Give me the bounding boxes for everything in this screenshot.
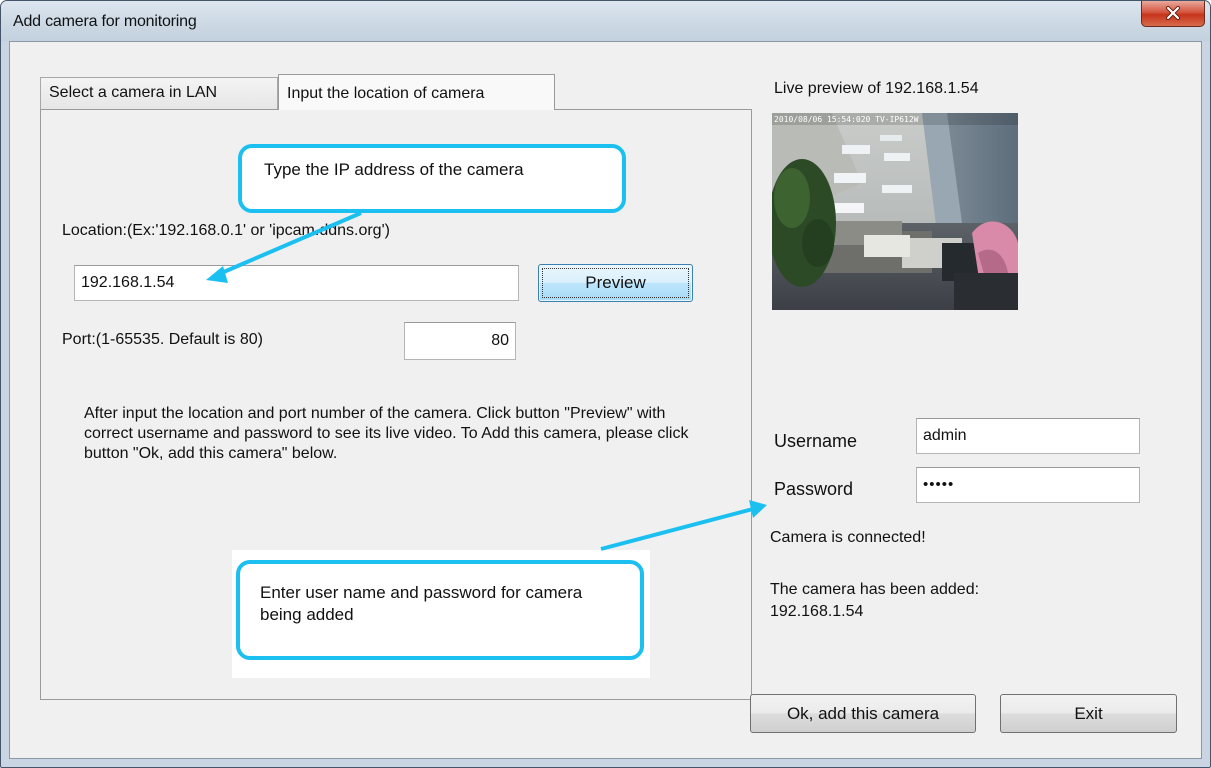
added-status-line1: The camera has been added: xyxy=(770,581,980,598)
port-label: Port:(1-65535. Default is 80) xyxy=(62,331,263,348)
password-input[interactable]: ••••• xyxy=(916,467,1140,503)
location-label: Location:(Ex:'192.168.0.1' or 'ipcam.ddn… xyxy=(62,222,390,239)
credentials-hint-callout: Enter user name and password for camera … xyxy=(236,560,644,660)
dialog-window: Add camera for monitoring Select a camer… xyxy=(0,0,1211,768)
instructions-text: After input the location and port number… xyxy=(84,405,689,462)
exit-button[interactable]: Exit xyxy=(1000,694,1177,733)
ok-add-camera-button[interactable]: Ok, add this camera xyxy=(750,694,976,733)
close-button[interactable] xyxy=(1141,1,1205,27)
credentials-hint-text: Enter user name and password for camera … xyxy=(260,583,583,624)
connection-status: Camera is connected! xyxy=(770,529,926,546)
preview-title: Live preview of 192.168.1.54 xyxy=(774,80,979,97)
port-input[interactable] xyxy=(404,322,516,360)
username-label: Username xyxy=(774,431,858,451)
office-scene-image: 2010/08/06 15:54:020 TV-IP612W xyxy=(772,113,1018,310)
preview-overlay-timestamp: 2010/08/06 15:54:020 TV-IP612W xyxy=(774,115,919,124)
added-status-line2: 192.168.1.54 xyxy=(770,603,864,620)
location-input[interactable] xyxy=(74,265,519,301)
preview-button[interactable]: Preview xyxy=(538,264,693,302)
dialog-client-area: Select a camera in LAN Input the locatio… xyxy=(9,41,1202,759)
ip-hint-callout: Type the IP address of the camera xyxy=(238,144,626,213)
password-label: Password xyxy=(774,479,854,499)
tab-select-camera-in-lan[interactable]: Select a camera in LAN xyxy=(40,77,278,109)
ip-hint-text: Type the IP address of the camera xyxy=(264,160,524,179)
focus-rectangle xyxy=(542,268,689,298)
window-title: Add camera for monitoring xyxy=(13,13,197,30)
tab-input-location[interactable]: Input the location of camera xyxy=(278,74,555,110)
camera-preview-video: 2010/08/06 15:54:020 TV-IP612W xyxy=(772,113,1018,310)
close-icon xyxy=(1166,6,1180,20)
title-bar[interactable]: Add camera for monitoring xyxy=(1,1,1210,41)
username-input[interactable] xyxy=(916,418,1140,454)
